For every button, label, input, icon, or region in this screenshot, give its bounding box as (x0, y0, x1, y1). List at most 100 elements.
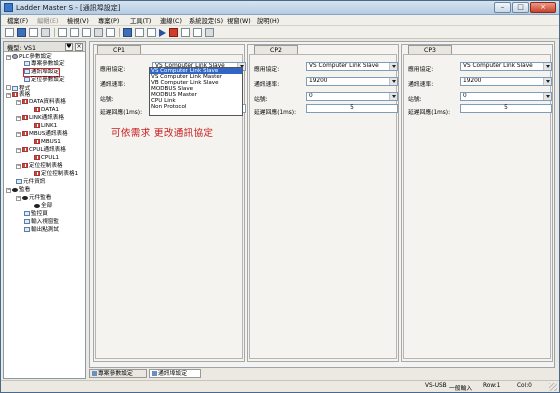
app-window: Ladder Master S - [通訊埠設定] – □ × 檔案(F) 編輯… (0, 0, 560, 393)
menu-bar: 檔案(F) 編輯(E) 檢視(V) 專案(P) 工具(T) 連線(C) 系統設定… (1, 15, 559, 26)
document-icon (24, 77, 30, 82)
tree-item-port-settings[interactable]: 通訊埠設定 (23, 68, 60, 77)
annotation-text: 可依需求 更改通訊協定 (111, 128, 214, 139)
menu-help[interactable]: 說明(H) (257, 16, 279, 25)
close-icon[interactable]: × (75, 43, 83, 51)
pin-icon[interactable]: ♥ (65, 43, 73, 51)
cp2-baud-select[interactable]: 19200 (306, 77, 398, 86)
menu-connect[interactable]: 連線(C) (160, 16, 182, 25)
resize-grip[interactable] (549, 383, 557, 391)
minimize-button[interactable]: – (494, 2, 511, 13)
tree-item-link1[interactable]: LINK1 (34, 123, 57, 130)
doc-tab-project-params[interactable]: 專案參數設定 (89, 369, 147, 378)
save-icon[interactable] (29, 28, 38, 37)
model-label: 機型: VS1 (7, 45, 37, 52)
cp3-delay-input[interactable]: 5 (460, 104, 552, 113)
station-label: 站號: (254, 97, 268, 103)
chevron-down-icon (389, 93, 397, 100)
tab-cp2[interactable]: CP2 (254, 45, 298, 54)
tree-item-positioning-table1[interactable]: 定位控制表格1 (34, 171, 78, 178)
tree-item-all[interactable]: 全部 (34, 203, 52, 210)
tree-item-monitor[interactable]: − 監看 (6, 187, 30, 194)
tab-cp3[interactable]: CP3 (408, 45, 452, 54)
project-tree-panel: 機型: VS1 ♥ × − PLC參數設定 專案參數設定 通訊埠設定 定位參數設定… (3, 41, 86, 379)
eye-icon (34, 204, 40, 208)
doc-tab-port-settings[interactable]: 通訊埠設定 (149, 369, 201, 378)
replace-icon[interactable] (94, 28, 103, 37)
menu-edit[interactable]: 編輯(E) (37, 16, 59, 25)
tree-item-positioning-params[interactable]: 定位參數設定 (24, 77, 65, 84)
input-mode: 一般輸入 (449, 386, 473, 392)
cp2-station-select[interactable]: 0 (306, 92, 398, 101)
menu-project[interactable]: 專案(P) (98, 16, 119, 25)
tree-item-monitor-page[interactable]: 監控頁 (24, 211, 48, 218)
chevron-down-icon (389, 78, 397, 85)
connect-icon[interactable] (193, 28, 202, 37)
document-icon (92, 371, 97, 376)
menu-window[interactable]: 視窗(W) (227, 16, 251, 25)
table-icon (34, 107, 40, 112)
tree-item-device-monitor[interactable]: − 元件監看 (16, 195, 51, 202)
maximize-button[interactable]: □ (512, 2, 529, 13)
document-icon (24, 227, 30, 232)
zoom-in-icon[interactable] (58, 28, 67, 37)
document-icon (24, 61, 30, 66)
cp3-station-select[interactable]: 0 (460, 92, 552, 101)
tree-item-project-params[interactable]: 專案參數設定 (24, 61, 65, 68)
tree-item-mbus1[interactable]: MBUS1 (34, 139, 61, 146)
open-folder-icon[interactable] (17, 28, 26, 37)
tree-item-data-tables[interactable]: − DATA資料表格 (16, 99, 66, 106)
tree-item-cpul1[interactable]: CPUL1 (34, 155, 59, 162)
cp3-protocol-select[interactable]: VS Computer Link Slave (460, 62, 552, 71)
tree-item-data1[interactable]: DATA1 (34, 107, 59, 114)
baud-label: 通訊速率: (408, 82, 434, 88)
cp3-baud-select[interactable]: 19200 (460, 77, 552, 86)
tree-item-program[interactable]: 程式 (6, 85, 30, 92)
tab-cp1[interactable]: CP1 (97, 45, 141, 54)
settings-icon[interactable] (205, 28, 214, 37)
run-icon[interactable] (159, 29, 166, 37)
tree-item-mbus-tables[interactable]: − MBUS通訊表格 (16, 131, 68, 138)
title-bar[interactable]: Ladder Master S - [通訊埠設定] – □ × (1, 1, 559, 15)
table-icon (34, 139, 40, 144)
print-icon[interactable] (41, 28, 50, 37)
connection-status: VS-USB (425, 383, 447, 389)
find-icon[interactable] (82, 28, 91, 37)
tree-item-cpul-tables[interactable]: − CPUL通訊表格 (16, 147, 66, 154)
monitor-icon[interactable] (181, 28, 190, 37)
compile-icon[interactable] (123, 28, 132, 37)
tree-item-positioning-tables[interactable]: − 定位控制表格 (16, 163, 63, 170)
tree-item-input-window[interactable]: 輸入視窗監 (24, 219, 59, 226)
cp2-delay-input[interactable]: 5 (306, 104, 398, 113)
stop-icon[interactable] (169, 28, 178, 37)
dropdown-option[interactable]: Non Protocol (150, 104, 242, 110)
baud-label: 通訊速率: (100, 82, 126, 88)
table-icon (22, 163, 28, 168)
table-icon (22, 147, 28, 152)
zoom-out-icon[interactable] (70, 28, 79, 37)
tree-item-link-tables[interactable]: − LINK通訊表格 (16, 115, 64, 122)
tree-item-device-info[interactable]: 元件資訊 (16, 179, 45, 186)
document-icon (12, 86, 18, 91)
chevron-down-icon (543, 78, 551, 85)
delay-label: 延遲回應(1ms): (254, 110, 297, 116)
chevron-down-icon (543, 93, 551, 100)
tree-item-output-test[interactable]: 輸出點測試 (24, 227, 59, 234)
station-label: 站號: (408, 97, 422, 103)
menu-file[interactable]: 檔案(F) (7, 16, 28, 25)
protocol-dropdown-list: VS Computer Link Slave VS Computer Link … (149, 67, 243, 116)
tree-item-plc-params[interactable]: − PLC參數設定 (6, 54, 52, 61)
close-button[interactable]: × (530, 2, 556, 13)
menu-system[interactable]: 系統設定(S) (189, 16, 223, 25)
grid-icon[interactable] (106, 28, 115, 37)
eye-icon (22, 196, 28, 200)
new-file-icon[interactable] (5, 28, 14, 37)
status-bar: VS-USB 一般輸入 Row:1 Col:0 (1, 380, 559, 392)
protocol-label: 應用協定: (408, 67, 434, 73)
upload-icon[interactable] (135, 28, 144, 37)
menu-tools[interactable]: 工具(T) (130, 16, 151, 25)
tree-item-tables[interactable]: − 表格 (6, 92, 30, 99)
download-icon[interactable] (147, 28, 156, 37)
cp2-protocol-select[interactable]: VS Computer Link Slave (306, 62, 398, 71)
menu-view[interactable]: 檢視(V) (67, 16, 89, 25)
